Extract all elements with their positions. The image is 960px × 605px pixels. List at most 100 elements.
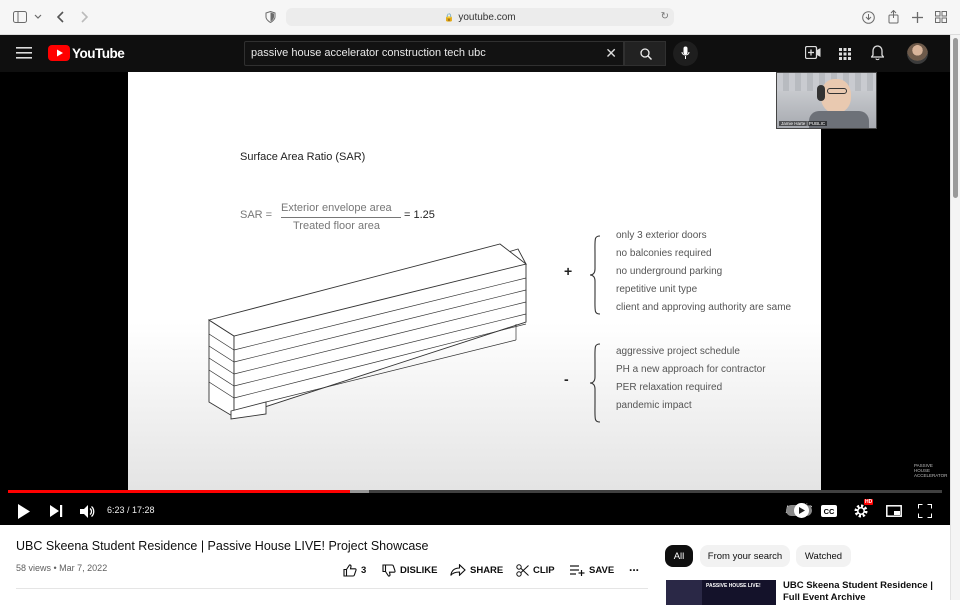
dislike-button[interactable]: DISLIKE xyxy=(382,561,437,579)
search-input[interactable]: passive house accelerator construction t… xyxy=(244,41,624,66)
lock-icon: 🔒 xyxy=(444,12,455,22)
cons-item: PH a new approach for contractor xyxy=(616,364,766,375)
apps-icon[interactable] xyxy=(839,47,851,65)
next-icon[interactable] xyxy=(44,499,68,523)
like-button[interactable]: 3 xyxy=(343,561,366,579)
chip-from-your-search[interactable]: From your search xyxy=(700,545,790,567)
dislike-icon xyxy=(382,563,396,577)
tabs-grid-icon[interactable] xyxy=(934,8,948,26)
sar-label: SAR = xyxy=(240,209,273,221)
mic-button[interactable] xyxy=(673,41,698,66)
scroll-thumb[interactable] xyxy=(953,38,958,198)
back-icon[interactable] xyxy=(54,8,68,26)
video-title: UBC Skeena Student Residence | Passive H… xyxy=(16,539,429,553)
search-query: passive house accelerator construction t… xyxy=(251,47,486,59)
browser-toolbar: 🔒 youtube.com ↻ xyxy=(0,0,960,35)
save-label: SAVE xyxy=(589,564,615,576)
hd-badge: HD xyxy=(864,499,874,505)
settings-icon[interactable]: HD xyxy=(849,499,874,523)
plus-sign: + xyxy=(564,263,573,279)
presenter-face xyxy=(821,79,851,113)
captions-icon[interactable]: CC xyxy=(817,499,841,523)
progress-played xyxy=(8,490,350,493)
progress-bar[interactable] xyxy=(8,490,942,493)
menu-icon[interactable] xyxy=(16,46,32,60)
fraction-line xyxy=(281,217,401,218)
reload-icon[interactable]: ↻ xyxy=(661,11,669,22)
webcam-label: Jamie Harte | PUBLIC xyxy=(779,121,828,126)
youtube-header: YouTube passive house accelerator constr… xyxy=(0,35,950,72)
mic-icon xyxy=(681,46,690,59)
url-text: youtube.com xyxy=(458,11,516,23)
time-display: 6:23 / 17:28 xyxy=(107,505,155,515)
clip-label: CLIP xyxy=(533,564,555,576)
like-count: 3 xyxy=(361,564,367,576)
play-icon[interactable] xyxy=(12,499,36,523)
save-button[interactable]: SAVE xyxy=(570,561,614,579)
pros-item: no underground parking xyxy=(616,266,723,277)
chevron-down-icon[interactable] xyxy=(33,8,43,26)
related-video-thumbnail[interactable]: PASSIVE HOUSE LIVE! xyxy=(666,580,776,605)
autoplay-toggle[interactable] xyxy=(786,503,812,518)
more-actions-button[interactable]: ... xyxy=(629,558,639,576)
slide-title: Surface Area Ratio (SAR) xyxy=(240,151,366,163)
divider xyxy=(16,588,648,589)
more-icon: ... xyxy=(629,560,640,574)
share-arrow-icon xyxy=(450,564,466,576)
pros-brace xyxy=(589,235,601,315)
youtube-logo-icon xyxy=(48,45,70,61)
player-controls: 6:23 / 17:28 public CC HD xyxy=(0,497,950,525)
sar-denominator: Treated floor area xyxy=(293,220,381,232)
sar-numerator: Exterior envelope area xyxy=(281,202,392,214)
create-icon[interactable] xyxy=(804,45,821,64)
forward-icon[interactable] xyxy=(77,8,91,26)
minus-sign: - xyxy=(564,371,569,387)
chip-all[interactable]: All xyxy=(665,545,693,567)
page-scrollbar[interactable] xyxy=(950,35,960,600)
cons-brace xyxy=(589,343,601,423)
volume-icon[interactable] xyxy=(75,499,99,523)
chip-watched[interactable]: Watched xyxy=(796,545,851,567)
headset xyxy=(817,85,825,101)
presenter-glasses xyxy=(827,88,847,94)
building-diagram xyxy=(207,243,528,420)
video-info: UBC Skeena Student Residence | Passive H… xyxy=(0,525,950,605)
clip-button[interactable]: CLIP xyxy=(516,561,555,579)
channel-watermark: PASSIVE HOUSE ACCELERATOR xyxy=(914,463,948,478)
share-button[interactable]: SHARE xyxy=(450,561,503,579)
pros-item: no balconies required xyxy=(616,248,712,259)
plus-icon[interactable] xyxy=(910,8,924,26)
fullscreen-icon[interactable] xyxy=(913,499,937,523)
share-icon[interactable] xyxy=(886,8,900,26)
clear-icon[interactable]: ✕ xyxy=(605,45,617,62)
thumbnail-text: PASSIVE HOUSE LIVE! xyxy=(706,583,761,589)
address-bar[interactable]: 🔒 youtube.com ↻ xyxy=(286,8,674,26)
video-player[interactable]: Surface Area Ratio (SAR) SAR = Exterior … xyxy=(0,72,950,525)
search-icon xyxy=(640,48,652,60)
cons-item: PER relaxation required xyxy=(616,382,723,393)
avatar[interactable] xyxy=(907,43,928,64)
sar-result: = 1.25 xyxy=(404,209,435,221)
like-icon xyxy=(343,563,357,577)
bell-icon[interactable] xyxy=(870,45,885,66)
search-button[interactable] xyxy=(624,41,666,66)
related-video-title[interactable]: UBC Skeena Student Residence | Full Even… xyxy=(783,580,943,604)
download-icon[interactable] xyxy=(861,8,875,26)
pros-item: client and approving authority are same xyxy=(616,302,792,313)
playlist-add-icon xyxy=(570,564,585,576)
share-label: SHARE xyxy=(470,564,504,576)
pros-item: repetitive unit type xyxy=(616,284,698,295)
presenter-shirt xyxy=(809,111,869,128)
shield-icon[interactable] xyxy=(263,8,277,26)
webcam-overlay: Jamie Harte | PUBLIC xyxy=(776,72,877,129)
pros-item: only 3 exterior doors xyxy=(616,230,707,241)
presentation-slide: Surface Area Ratio (SAR) SAR = Exterior … xyxy=(128,72,821,490)
youtube-logo[interactable]: YouTube xyxy=(48,45,125,61)
sidebar-icon[interactable] xyxy=(12,8,28,26)
youtube-logo-text: YouTube xyxy=(72,45,125,61)
dislike-label: DISLIKE xyxy=(400,564,438,576)
scissors-icon xyxy=(516,563,529,577)
cons-item: aggressive project schedule xyxy=(616,346,740,357)
miniplayer-icon[interactable] xyxy=(882,499,906,523)
video-meta: 58 views • Mar 7, 2022 xyxy=(16,563,108,573)
